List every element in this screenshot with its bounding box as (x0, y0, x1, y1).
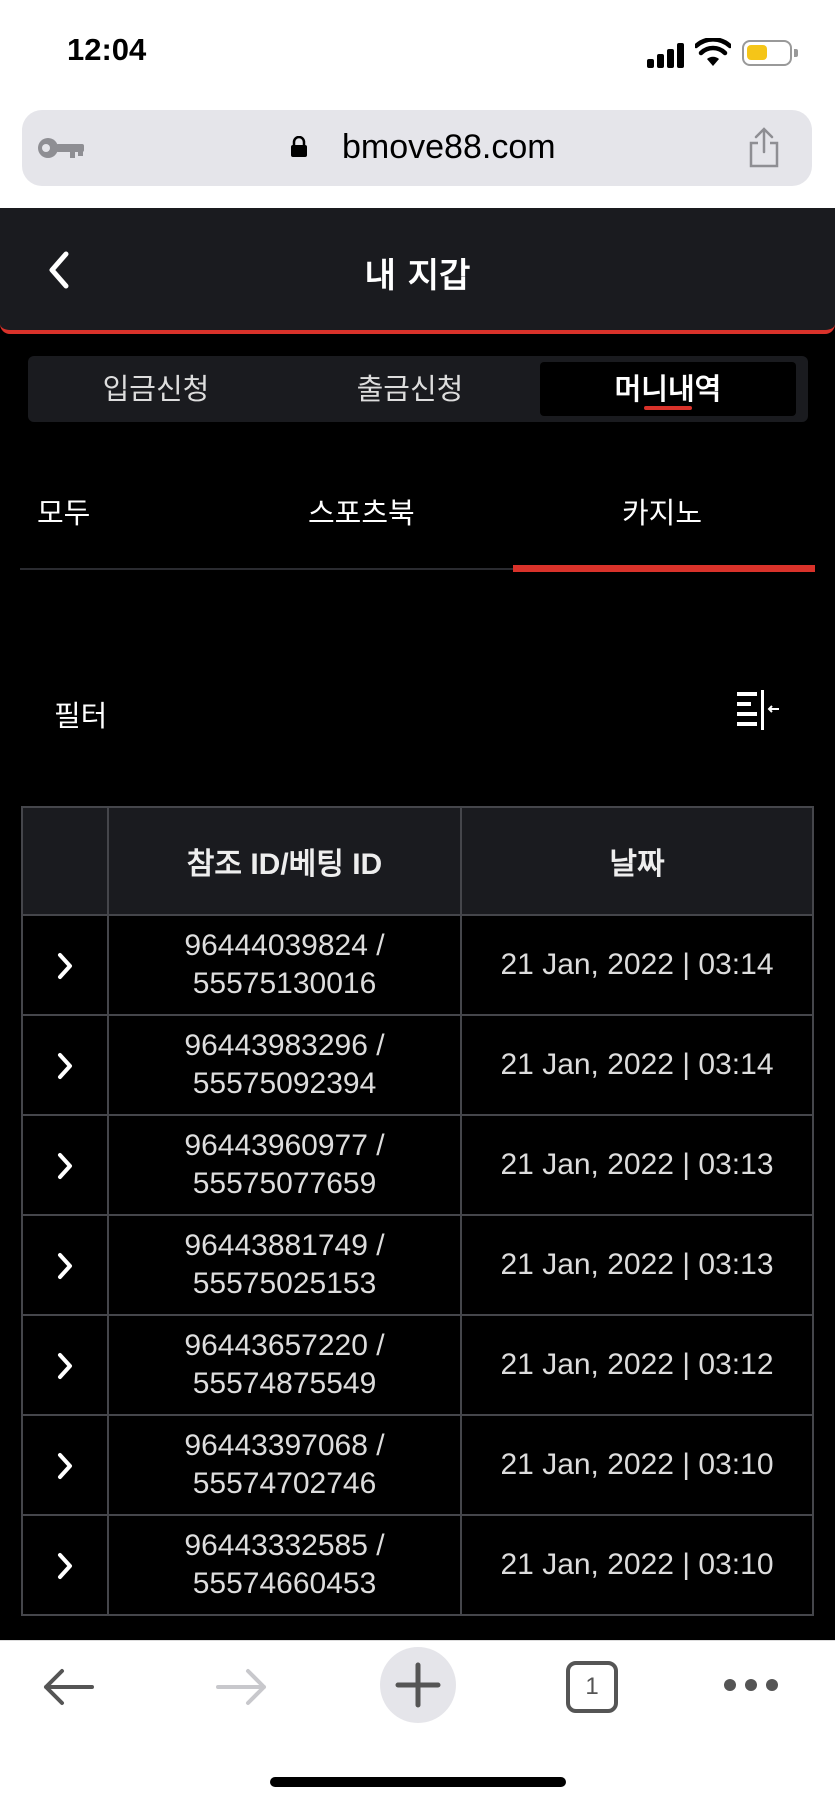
ref-id: 96443397068 / (184, 1429, 385, 1462)
ref-id: 96443960977 / (184, 1129, 385, 1162)
ref-bet-id-cell: 96443397068 / 55574702746 (107, 1414, 462, 1516)
key-icon[interactable] (36, 134, 86, 162)
table-row[interactable]: 96443881749 / 55575025153 21 Jan, 2022 | … (21, 1214, 814, 1316)
active-subtab-indicator (513, 565, 815, 572)
bet-id: 55575077659 (192, 1167, 377, 1200)
expand-cell[interactable] (21, 1114, 109, 1216)
expand-cell[interactable] (21, 914, 109, 1016)
chevron-right-icon[interactable] (54, 1351, 76, 1381)
home-indicator (270, 1777, 566, 1787)
ref-id: 96443983296 / (184, 1029, 385, 1062)
ref-bet-id-cell: 96443332585 / 55574660453 (107, 1514, 462, 1616)
table-header-row: 참조 ID/베팅 ID 날짜 (21, 806, 814, 916)
ref-bet-id-cell: 96443657220 / 55574875549 (107, 1314, 462, 1416)
ref-id: 96443657220 / (184, 1329, 385, 1362)
column-header-ref-id: 참조 ID/베팅 ID (107, 806, 462, 916)
date-cell: 21 Jan, 2022 | 03:10 (460, 1514, 814, 1616)
share-icon[interactable] (746, 126, 782, 168)
app-header: 내 지갑 (0, 208, 835, 334)
wifi-icon (695, 38, 731, 66)
tab-deposit-request[interactable]: 입금신청 (36, 362, 276, 416)
address-bar[interactable]: bmove88.com (22, 110, 812, 186)
bet-id: 55575025153 (192, 1267, 377, 1300)
browser-chrome: bmove88.com (0, 108, 835, 208)
chevron-right-icon[interactable] (54, 1051, 76, 1081)
status-time: 12:04 (67, 32, 147, 67)
table-row[interactable]: 96443657220 / 55574875549 21 Jan, 2022 | … (21, 1314, 814, 1416)
table-row[interactable]: 96443960977 / 55575077659 21 Jan, 2022 | … (21, 1114, 814, 1216)
bet-id: 55575092394 (192, 1067, 377, 1100)
active-tab-underline (644, 406, 692, 410)
lock-icon (291, 136, 307, 157)
date-cell: 21 Jan, 2022 | 03:12 (460, 1314, 814, 1416)
tab-label: 출금신청 (356, 372, 464, 406)
ref-id: 96444039824 / (184, 929, 385, 962)
tab-money-history[interactable]: 머니내역 (540, 362, 796, 416)
url-text[interactable]: bmove88.com (342, 128, 556, 167)
filter-label[interactable]: 필터 (54, 693, 107, 735)
tab-sportsbook[interactable]: 스포츠북 (308, 490, 415, 532)
ref-bet-id-cell: 96443960977 / 55575077659 (107, 1114, 462, 1216)
column-header-date: 날짜 (460, 806, 814, 916)
history-table: 참조 ID/베팅 ID 날짜 96444039824 / 55575130016 … (21, 806, 814, 1616)
tab-label: 머니내역 (614, 372, 722, 406)
tab-count: 1 (585, 1673, 599, 1700)
wallet-tabs: 입금신청 출금신청 머니내역 (28, 356, 808, 422)
ref-bet-id-cell: 96444039824 / 55575130016 (107, 914, 462, 1016)
page-title: 내 지갑 (364, 256, 471, 296)
tab-count-button[interactable]: 1 (566, 1661, 618, 1713)
tab-withdraw-request[interactable]: 출금신청 (290, 362, 530, 416)
battery-icon (742, 40, 798, 66)
chevron-right-icon[interactable] (54, 1151, 76, 1181)
table-row[interactable]: 96444039824 / 55575130016 21 Jan, 2022 | … (21, 914, 814, 1016)
filter-sort-icon[interactable] (735, 690, 781, 730)
table-row[interactable]: 96443397068 / 55574702746 21 Jan, 2022 | … (21, 1414, 814, 1516)
tab-label: 입금신청 (102, 372, 210, 406)
ref-bet-id-cell: 96443881749 / 55575025153 (107, 1214, 462, 1316)
expand-cell[interactable] (21, 1014, 109, 1116)
ref-id: 96443881749 / (184, 1229, 385, 1262)
date-cell: 21 Jan, 2022 | 03:13 (460, 1114, 814, 1216)
bet-id: 55574660453 (192, 1567, 377, 1600)
date-cell: 21 Jan, 2022 | 03:10 (460, 1414, 814, 1516)
status-bar: 12:04 (0, 0, 835, 108)
forward-arrow-icon[interactable] (214, 1663, 270, 1711)
chevron-right-icon[interactable] (54, 1551, 76, 1581)
ref-id: 96443332585 / (184, 1529, 385, 1562)
date-cell: 21 Jan, 2022 | 03:13 (460, 1214, 814, 1316)
expand-column-header (21, 806, 109, 916)
expand-cell[interactable] (21, 1214, 109, 1316)
tab-casino[interactable]: 카지노 (622, 490, 702, 532)
bet-id: 55574875549 (192, 1367, 377, 1400)
ref-bet-id-cell: 96443983296 / 55575092394 (107, 1014, 462, 1116)
chevron-right-icon[interactable] (54, 1251, 76, 1281)
more-menu-icon[interactable] (722, 1677, 780, 1693)
new-tab-plus-icon[interactable] (378, 1645, 458, 1725)
category-tabs: 모두 스포츠북 카지노 (20, 470, 815, 572)
cellular-signal-icon (647, 42, 687, 68)
expand-cell[interactable] (21, 1514, 109, 1616)
table-row[interactable]: 96443332585 / 55574660453 21 Jan, 2022 | … (21, 1514, 814, 1616)
expand-cell[interactable] (21, 1314, 109, 1416)
date-cell: 21 Jan, 2022 | 03:14 (460, 914, 814, 1016)
bet-id: 55574702746 (192, 1467, 377, 1500)
bet-id: 55575130016 (192, 967, 377, 1000)
chevron-right-icon[interactable] (54, 1451, 76, 1481)
date-cell: 21 Jan, 2022 | 03:14 (460, 1014, 814, 1116)
expand-cell[interactable] (21, 1414, 109, 1516)
tab-all[interactable]: 모두 (37, 490, 90, 532)
table-row[interactable]: 96443983296 / 55575092394 21 Jan, 2022 | … (21, 1014, 814, 1116)
browser-toolbar: 1 (0, 1640, 835, 1807)
back-arrow-icon[interactable] (40, 1663, 96, 1711)
chevron-right-icon[interactable] (54, 951, 76, 981)
